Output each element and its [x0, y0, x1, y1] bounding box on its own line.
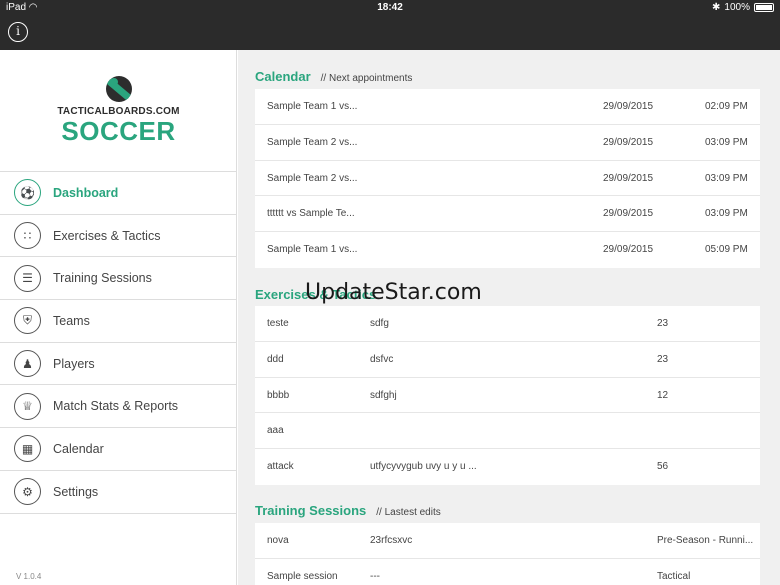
- exercise-name: teste: [267, 318, 289, 329]
- event-name: Sample Team 2 vs...: [267, 136, 358, 148]
- sidebar-item-exercises[interactable]: ∷ Exercises & Tactics: [0, 215, 237, 258]
- dashboard-main: Calendar // Next appointments Sample Tea…: [238, 50, 780, 585]
- event-date: 29/09/2015: [603, 208, 654, 220]
- event-name: Sample Team 2 vs...: [267, 172, 358, 184]
- exercise-row[interactable]: teste sdfg 23: [255, 306, 760, 342]
- sidebar-item-settings[interactable]: ⚙ Settings: [0, 471, 237, 514]
- calendar-subtitle: // Next appointments: [320, 73, 413, 84]
- sidebar-item-label: Settings: [53, 484, 99, 499]
- training-row[interactable]: Sample session --- Tactical: [255, 559, 760, 585]
- event-date: 29/09/2015: [603, 244, 654, 256]
- training-title[interactable]: Training Sessions: [255, 503, 366, 518]
- event-date: 29/09/2015: [603, 136, 654, 148]
- training-section-header: Training Sessions // Lastest edits: [255, 503, 441, 518]
- event-time: 03:09 PM: [705, 172, 748, 184]
- event-time: 03:09 PM: [705, 208, 748, 220]
- sidebar-item-teams[interactable]: ⛨ Teams: [0, 300, 237, 343]
- sidebar-nav: ⚽ Dashboard ∷ Exercises & Tactics ☰ Trai…: [0, 171, 237, 514]
- info-icon[interactable]: i: [8, 22, 28, 42]
- event-name: Sample Team 1 vs...: [267, 244, 358, 256]
- sidebar: TACTICALBOARDS.COM SOCCER ⚽ Dashboard ∷ …: [0, 50, 237, 585]
- sidebar-item-players[interactable]: ♟ Players: [0, 343, 237, 386]
- calendar-title[interactable]: Calendar: [255, 69, 311, 84]
- app-logo: TACTICALBOARDS.COM SOCCER: [0, 76, 237, 145]
- calendar-row[interactable]: Sample Team 1 vs... 29/09/2015 05:09 PM: [255, 232, 760, 268]
- status-bar: iPad ◠ 18:42 ✱ 100%: [0, 0, 780, 16]
- calendar-row[interactable]: Sample Team 2 vs... 29/09/2015 03:09 PM: [255, 161, 760, 197]
- list-icon: ☰: [14, 264, 41, 292]
- exercise-row[interactable]: ddd dsfvc 23: [255, 342, 760, 378]
- sidebar-item-label: Calendar: [53, 441, 104, 456]
- watermark: UpdateStar.com: [305, 280, 482, 305]
- battery-icon: [754, 3, 774, 12]
- event-time: 05:09 PM: [705, 244, 748, 256]
- exercise-count: 23: [657, 353, 669, 365]
- sidebar-item-calendar[interactable]: ▦ Calendar: [0, 428, 237, 471]
- soccer-ball-logo-icon: [105, 76, 132, 102]
- session-category: Pre-Season - Runni...: [657, 535, 754, 546]
- sidebar-item-label: Players: [53, 356, 95, 371]
- calendar-icon: ▦: [14, 435, 41, 463]
- players-icon: ♟: [14, 350, 41, 378]
- exercise-count: 12: [657, 389, 669, 401]
- shield-icon: ⛨: [14, 307, 41, 335]
- exercise-name: aaa: [267, 425, 284, 437]
- calendar-section-header: Calendar // Next appointments: [255, 69, 412, 84]
- session-category: Tactical: [657, 570, 691, 582]
- exercise-name: bbbb: [267, 389, 290, 401]
- exercise-desc: sdfghj: [370, 389, 397, 401]
- status-time: 18:42: [377, 2, 403, 13]
- calendar-list: Sample Team 1 vs... 29/09/2015 02:09 PM …: [255, 89, 760, 268]
- exercise-name: ddd: [267, 353, 284, 365]
- sidebar-item-label: Match Stats & Reports: [53, 399, 179, 414]
- calendar-row[interactable]: Sample Team 2 vs... 29/09/2015 03:09 PM: [255, 125, 760, 161]
- status-right: ✱ 100%: [712, 2, 774, 13]
- event-time: 03:09 PM: [705, 136, 748, 148]
- battery-percent: 100%: [724, 2, 750, 13]
- exercise-desc: utfycyvygub uvy u y u ...: [370, 461, 477, 473]
- bluetooth-icon: ✱: [712, 2, 721, 13]
- event-name: tttttt vs Sample Te...: [267, 208, 355, 220]
- exercises-list: teste sdfg 23 ddd dsfvc 23 bbbb sdfghj 1…: [255, 306, 760, 485]
- exercise-count: 56: [657, 461, 669, 473]
- app-version: V 1.0.4: [16, 572, 42, 581]
- calendar-row[interactable]: Sample Team 1 vs... 29/09/2015 02:09 PM: [255, 89, 760, 125]
- top-toolbar: i: [0, 16, 780, 50]
- session-desc: 23rfcsxvc: [370, 535, 413, 546]
- training-list: nova 23rfcsxvc Pre-Season - Runni... Sam…: [255, 523, 760, 585]
- tactics-icon: ∷: [14, 222, 41, 250]
- sidebar-item-label: Teams: [53, 313, 90, 328]
- calendar-row[interactable]: tttttt vs Sample Te... 29/09/2015 03:09 …: [255, 196, 760, 233]
- gear-icon: ⚙: [14, 478, 41, 506]
- event-date: 29/09/2015: [603, 172, 654, 184]
- exercise-desc: dsfvc: [370, 353, 394, 365]
- session-desc: ---: [370, 570, 380, 582]
- event-date: 29/09/2015: [603, 101, 654, 112]
- sidebar-item-label: Training Sessions: [53, 271, 152, 286]
- sidebar-item-training[interactable]: ☰ Training Sessions: [0, 257, 237, 301]
- exercise-count: 23: [657, 318, 669, 329]
- logo-product: SOCCER: [61, 116, 176, 146]
- sidebar-item-dashboard[interactable]: ⚽ Dashboard: [0, 172, 237, 215]
- training-subtitle: // Lastest edits: [376, 507, 441, 518]
- exercise-row[interactable]: aaa: [255, 413, 760, 450]
- session-name: nova: [267, 535, 289, 546]
- soccer-ball-icon: ⚽: [14, 179, 41, 207]
- sidebar-item-label: Exercises & Tactics: [53, 228, 161, 243]
- sidebar-item-match-stats[interactable]: ♕ Match Stats & Reports: [0, 385, 237, 429]
- exercise-name: attack: [267, 461, 294, 473]
- training-row[interactable]: nova 23rfcsxvc Pre-Season - Runni...: [255, 523, 760, 559]
- sidebar-item-label: Dashboard: [53, 185, 119, 200]
- exercise-desc: sdfg: [370, 318, 389, 329]
- trophy-icon: ♕: [14, 392, 41, 420]
- session-name: Sample session: [267, 570, 338, 582]
- exercise-row[interactable]: attack utfycyvygub uvy u y u ... 56: [255, 449, 760, 485]
- event-name: Sample Team 1 vs...: [267, 101, 358, 112]
- exercise-row[interactable]: bbbb sdfghj 12: [255, 378, 760, 414]
- event-time: 02:09 PM: [705, 101, 748, 112]
